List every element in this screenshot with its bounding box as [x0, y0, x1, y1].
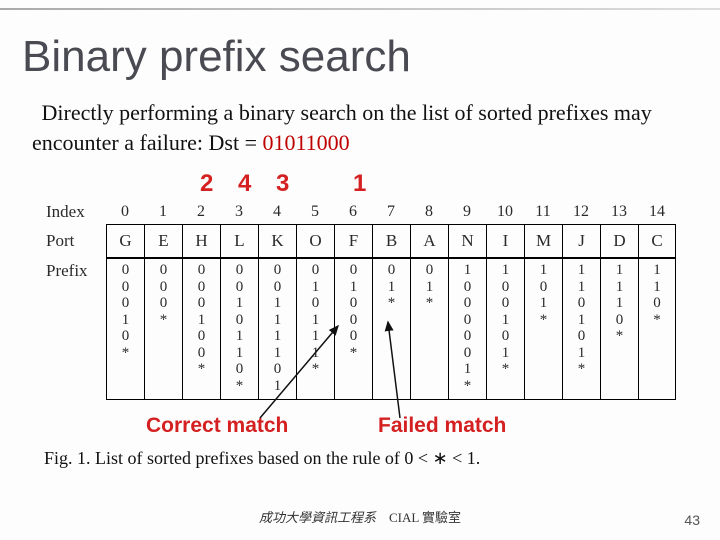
index-row: Index 01234567891011121314	[46, 200, 682, 224]
slide-top-line	[0, 8, 720, 10]
bullet-text: ⁀‸ Directly performing a binary search …	[32, 98, 700, 158]
footer-lab: CIAL 實驗室	[389, 510, 461, 525]
footer-university: 成功大學資訊工程系	[259, 510, 376, 525]
index-cells: 01234567891011121314	[106, 200, 676, 224]
index-cell: 13	[600, 200, 638, 224]
port-cell: L	[220, 224, 258, 258]
port-cell: O	[296, 224, 334, 258]
index-cell: 7	[372, 200, 410, 224]
port-cell: E	[144, 224, 182, 258]
port-cell: H	[182, 224, 220, 258]
index-cell: 1	[144, 200, 182, 224]
prefix-label: Prefix	[46, 258, 106, 400]
prefix-cell: 101*	[524, 259, 562, 399]
port-cell: A	[410, 224, 448, 258]
port-label: Port	[46, 224, 106, 258]
index-cell: 10	[486, 200, 524, 224]
prefix-cell: 01*	[410, 259, 448, 399]
prefix-cell: 110*	[638, 259, 676, 399]
step-2: 2	[200, 170, 213, 198]
port-cell: I	[486, 224, 524, 258]
index-cell: 9	[448, 200, 486, 224]
port-cell: J	[562, 224, 600, 258]
prefix-cell: 000100*	[182, 259, 220, 399]
prefix-cell: 110101*	[562, 259, 600, 399]
prefix-cell: 0010110*	[220, 259, 258, 399]
index-cell: 2	[182, 200, 220, 224]
index-cell: 5	[296, 200, 334, 224]
port-cell: C	[638, 224, 676, 258]
prefix-cell: 1110*	[600, 259, 638, 399]
index-cell: 0	[106, 200, 144, 224]
prefix-cell: 00010*	[106, 259, 144, 399]
port-cell: D	[600, 224, 638, 258]
port-cell: F	[334, 224, 372, 258]
step-4: 4	[238, 170, 251, 198]
port-cells: GEHLKOFBANIMJDC	[106, 224, 676, 258]
port-cell: G	[106, 224, 144, 258]
index-cell: 11	[524, 200, 562, 224]
index-cell: 6	[334, 200, 372, 224]
index-cell: 12	[562, 200, 600, 224]
index-cell: 3	[220, 200, 258, 224]
prefix-cell: 00111101	[258, 259, 296, 399]
prefix-cell: 01000*	[334, 259, 372, 399]
port-cell: N	[448, 224, 486, 258]
page-number: 43	[684, 512, 700, 528]
footer-text: 成功大學資訊工程系 CIAL 實驗室	[0, 507, 720, 526]
port-cell: B	[372, 224, 410, 258]
index-cell: 8	[410, 200, 448, 224]
prefix-table: Index 01234567891011121314 Port GEHLKOFB…	[46, 200, 682, 400]
step-3: 3	[276, 170, 289, 198]
prefix-cell: 01*	[372, 259, 410, 399]
prefix-row: Prefix 00010*000*000100*0010110*00111101…	[46, 258, 682, 400]
prefix-cell: 1000001*	[448, 259, 486, 399]
prefix-cells: 00010*000*000100*0010110*00111101010111*…	[106, 258, 676, 400]
step-1: 1	[353, 170, 366, 198]
prefix-cell: 010111*	[296, 259, 334, 399]
index-cell: 14	[638, 200, 676, 224]
prefix-cell: 000*	[144, 259, 182, 399]
port-row: Port GEHLKOFBANIMJDC	[46, 224, 682, 258]
failed-match-label: Failed match	[378, 414, 506, 438]
page-title: Binary prefix search	[22, 32, 411, 82]
port-cell: M	[524, 224, 562, 258]
prefix-cell: 100101*	[486, 259, 524, 399]
figure-caption: Fig. 1. List of sorted prefixes based on…	[44, 448, 700, 469]
correct-match-label: Correct match	[146, 414, 288, 438]
index-cell: 4	[258, 200, 296, 224]
dst-value: 01011000	[262, 130, 349, 155]
index-label: Index	[46, 200, 106, 224]
port-cell: K	[258, 224, 296, 258]
